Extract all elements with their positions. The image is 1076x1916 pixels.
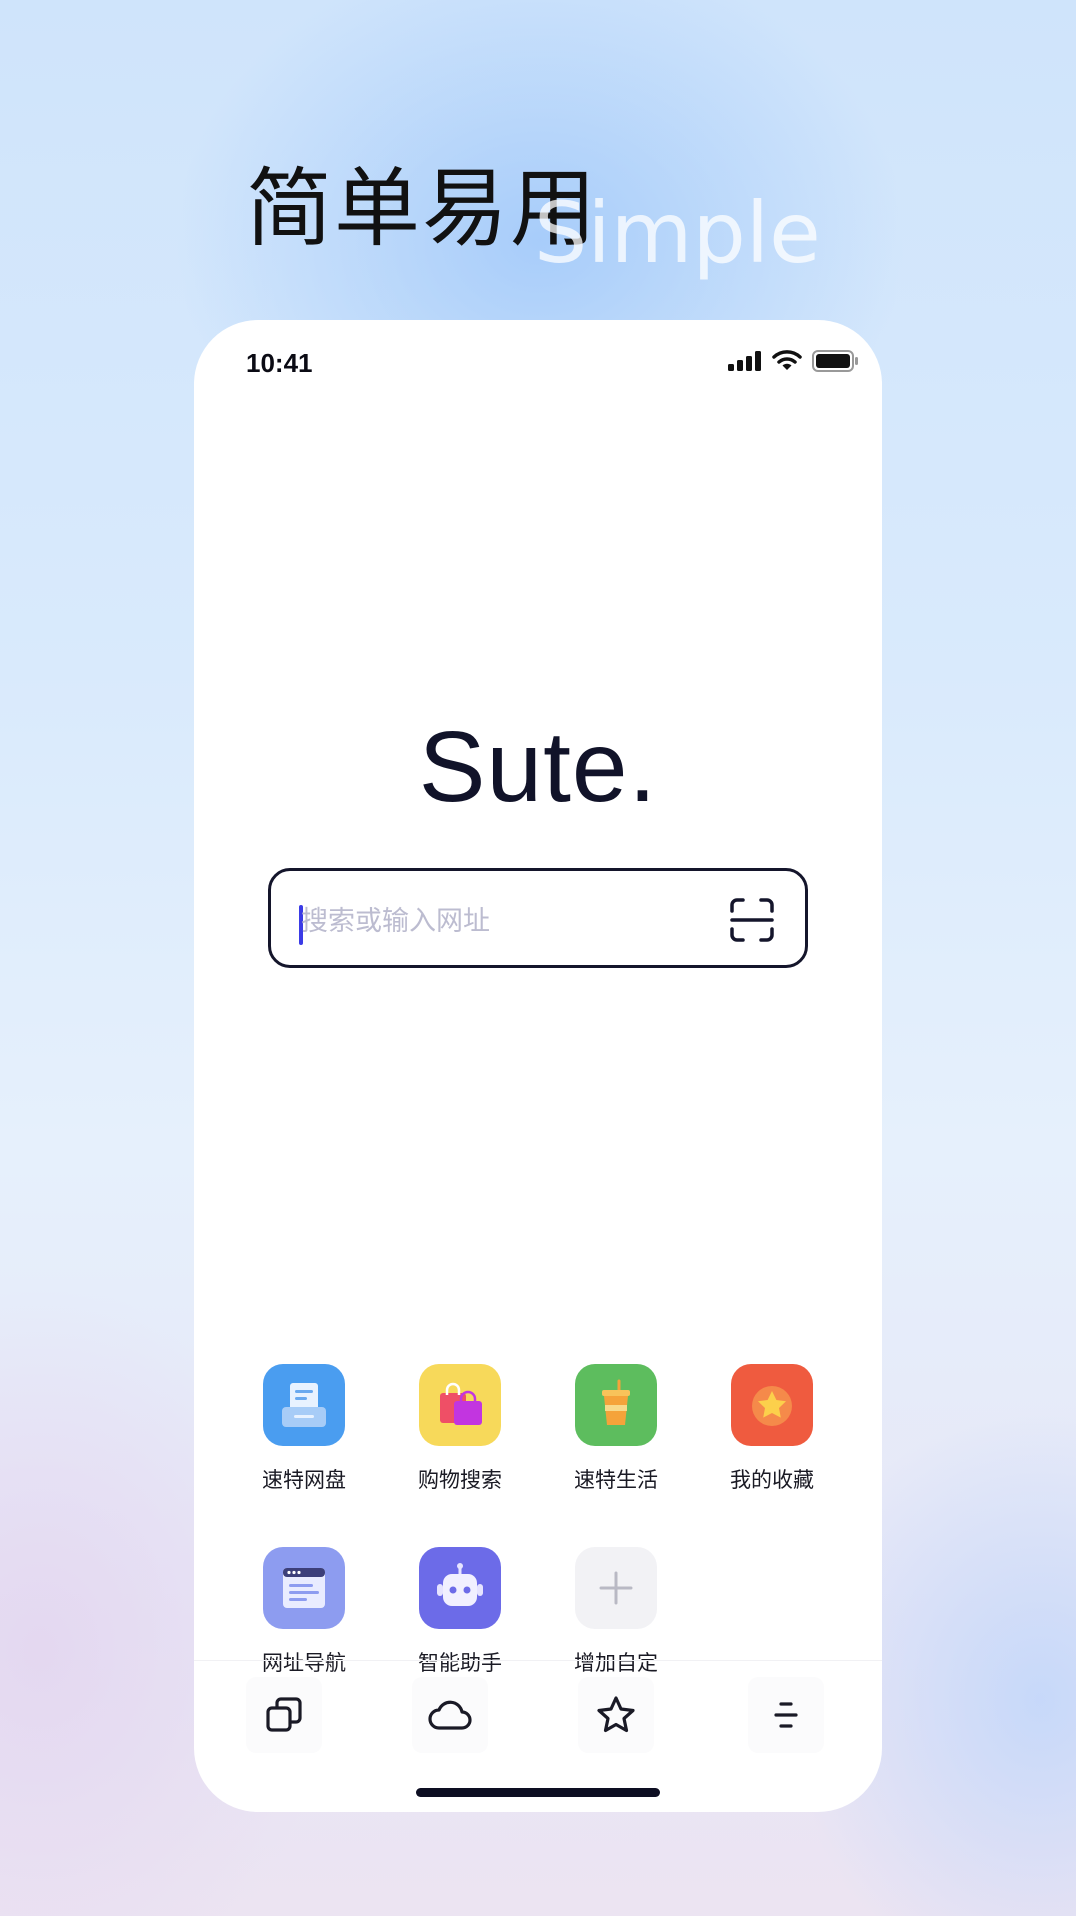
shortcut-label: 我的收藏 — [730, 1468, 814, 1492]
plus-icon — [575, 1547, 657, 1629]
wifi-icon — [772, 350, 802, 370]
cloud-icon — [428, 1700, 472, 1730]
drink-cup-icon — [575, 1364, 657, 1446]
menu-icon — [774, 1702, 798, 1728]
status-bar: 10:41 — [194, 320, 882, 400]
cloud-drive-icon — [263, 1364, 345, 1446]
shortcut-shopping-search[interactable]: 购物搜索 — [400, 1364, 520, 1494]
brand-logo: Sute. — [418, 711, 658, 823]
signal-icon — [728, 351, 761, 371]
shortcut-url-navigation[interactable]: 网址导航 — [244, 1547, 364, 1677]
shortcut-sute-life[interactable]: 速特生活 — [556, 1364, 676, 1494]
search-bar[interactable] — [268, 868, 808, 968]
browser-window-icon — [263, 1547, 345, 1629]
phone-screen: 10:41 Sute. 搜索或输入网址 速特网盘 购物搜索 速特生活 我的收藏 … — [194, 320, 882, 1812]
status-icons — [728, 350, 858, 372]
home-indicator — [416, 1788, 660, 1797]
shortcut-my-favorites[interactable]: 我的收藏 — [712, 1364, 832, 1494]
search-input[interactable] — [301, 893, 701, 949]
shortcut-label: 购物搜索 — [418, 1468, 502, 1492]
tab-tabs[interactable] — [246, 1677, 322, 1753]
tabs-icon — [266, 1697, 302, 1732]
shortcut-label: 速特网盘 — [262, 1468, 346, 1492]
tab-menu[interactable] — [748, 1677, 824, 1753]
shortcut-smart-assistant[interactable]: 智能助手 — [400, 1547, 520, 1677]
scan-icon[interactable] — [729, 897, 775, 943]
star-icon — [597, 1696, 635, 1733]
star-badge-icon — [731, 1364, 813, 1446]
shortcut-cloud-drive[interactable]: 速特网盘 — [244, 1364, 364, 1494]
shortcut-label: 速特生活 — [574, 1468, 658, 1492]
promo-subtitle: Simple — [534, 184, 821, 282]
battery-icon — [812, 350, 858, 372]
bottom-tab-bar — [194, 1660, 882, 1753]
shortcut-add-custom[interactable]: 增加自定 — [556, 1547, 676, 1677]
tab-favorites[interactable] — [578, 1677, 654, 1753]
status-time: 10:41 — [246, 348, 313, 378]
tab-cloud[interactable] — [412, 1677, 488, 1753]
shopping-bag-icon — [419, 1364, 501, 1446]
robot-icon — [419, 1547, 501, 1629]
